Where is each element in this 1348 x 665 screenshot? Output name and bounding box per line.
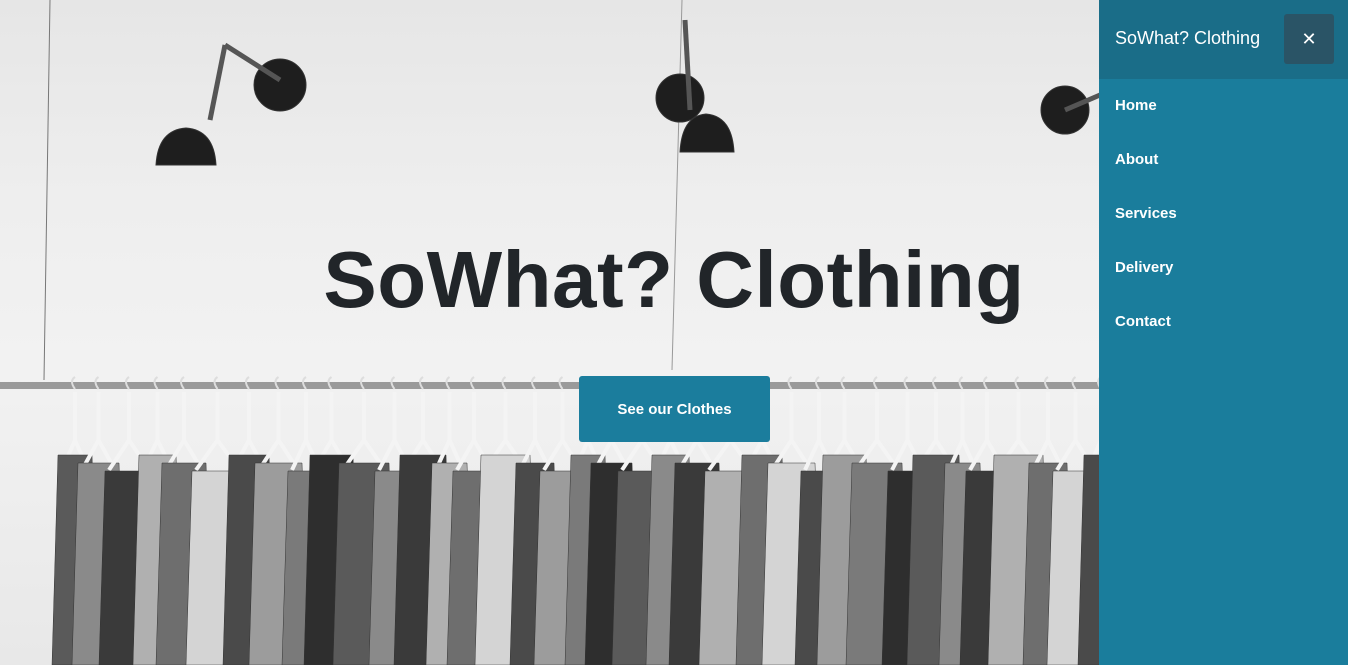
sidebar-item-services: Services bbox=[1099, 187, 1348, 241]
lamp-right bbox=[1040, 85, 1101, 135]
sidebar-link-delivery[interactable]: Delivery bbox=[1099, 241, 1348, 295]
see-clothes-button[interactable]: See our Clothes bbox=[579, 376, 770, 442]
sidebar-header: SoWhat? Clothing ✕ bbox=[1099, 0, 1348, 79]
sidebar-link-services[interactable]: Services bbox=[1099, 187, 1348, 241]
close-sidebar-button[interactable]: ✕ bbox=[1284, 14, 1334, 64]
sidebar-nav: SoWhat? Clothing ✕ Home About Services D… bbox=[1099, 0, 1348, 665]
sidebar-link-about[interactable]: About bbox=[1099, 133, 1348, 187]
lamp-center bbox=[655, 19, 735, 153]
sidebar-brand-link[interactable]: SoWhat? Clothing bbox=[1115, 28, 1260, 49]
sidebar-item-home: Home bbox=[1099, 79, 1348, 133]
sidebar-item-contact: Contact bbox=[1099, 295, 1348, 349]
close-icon: ✕ bbox=[1301, 28, 1317, 50]
sidebar-item-about: About bbox=[1099, 133, 1348, 187]
sidebar-link-contact[interactable]: Contact bbox=[1099, 295, 1348, 349]
sidebar-item-delivery: Delivery bbox=[1099, 241, 1348, 295]
sidebar-menu: Home About Services Delivery Contact bbox=[1099, 79, 1348, 349]
lamp-left bbox=[155, 42, 307, 166]
sidebar-link-home[interactable]: Home bbox=[1099, 79, 1348, 133]
